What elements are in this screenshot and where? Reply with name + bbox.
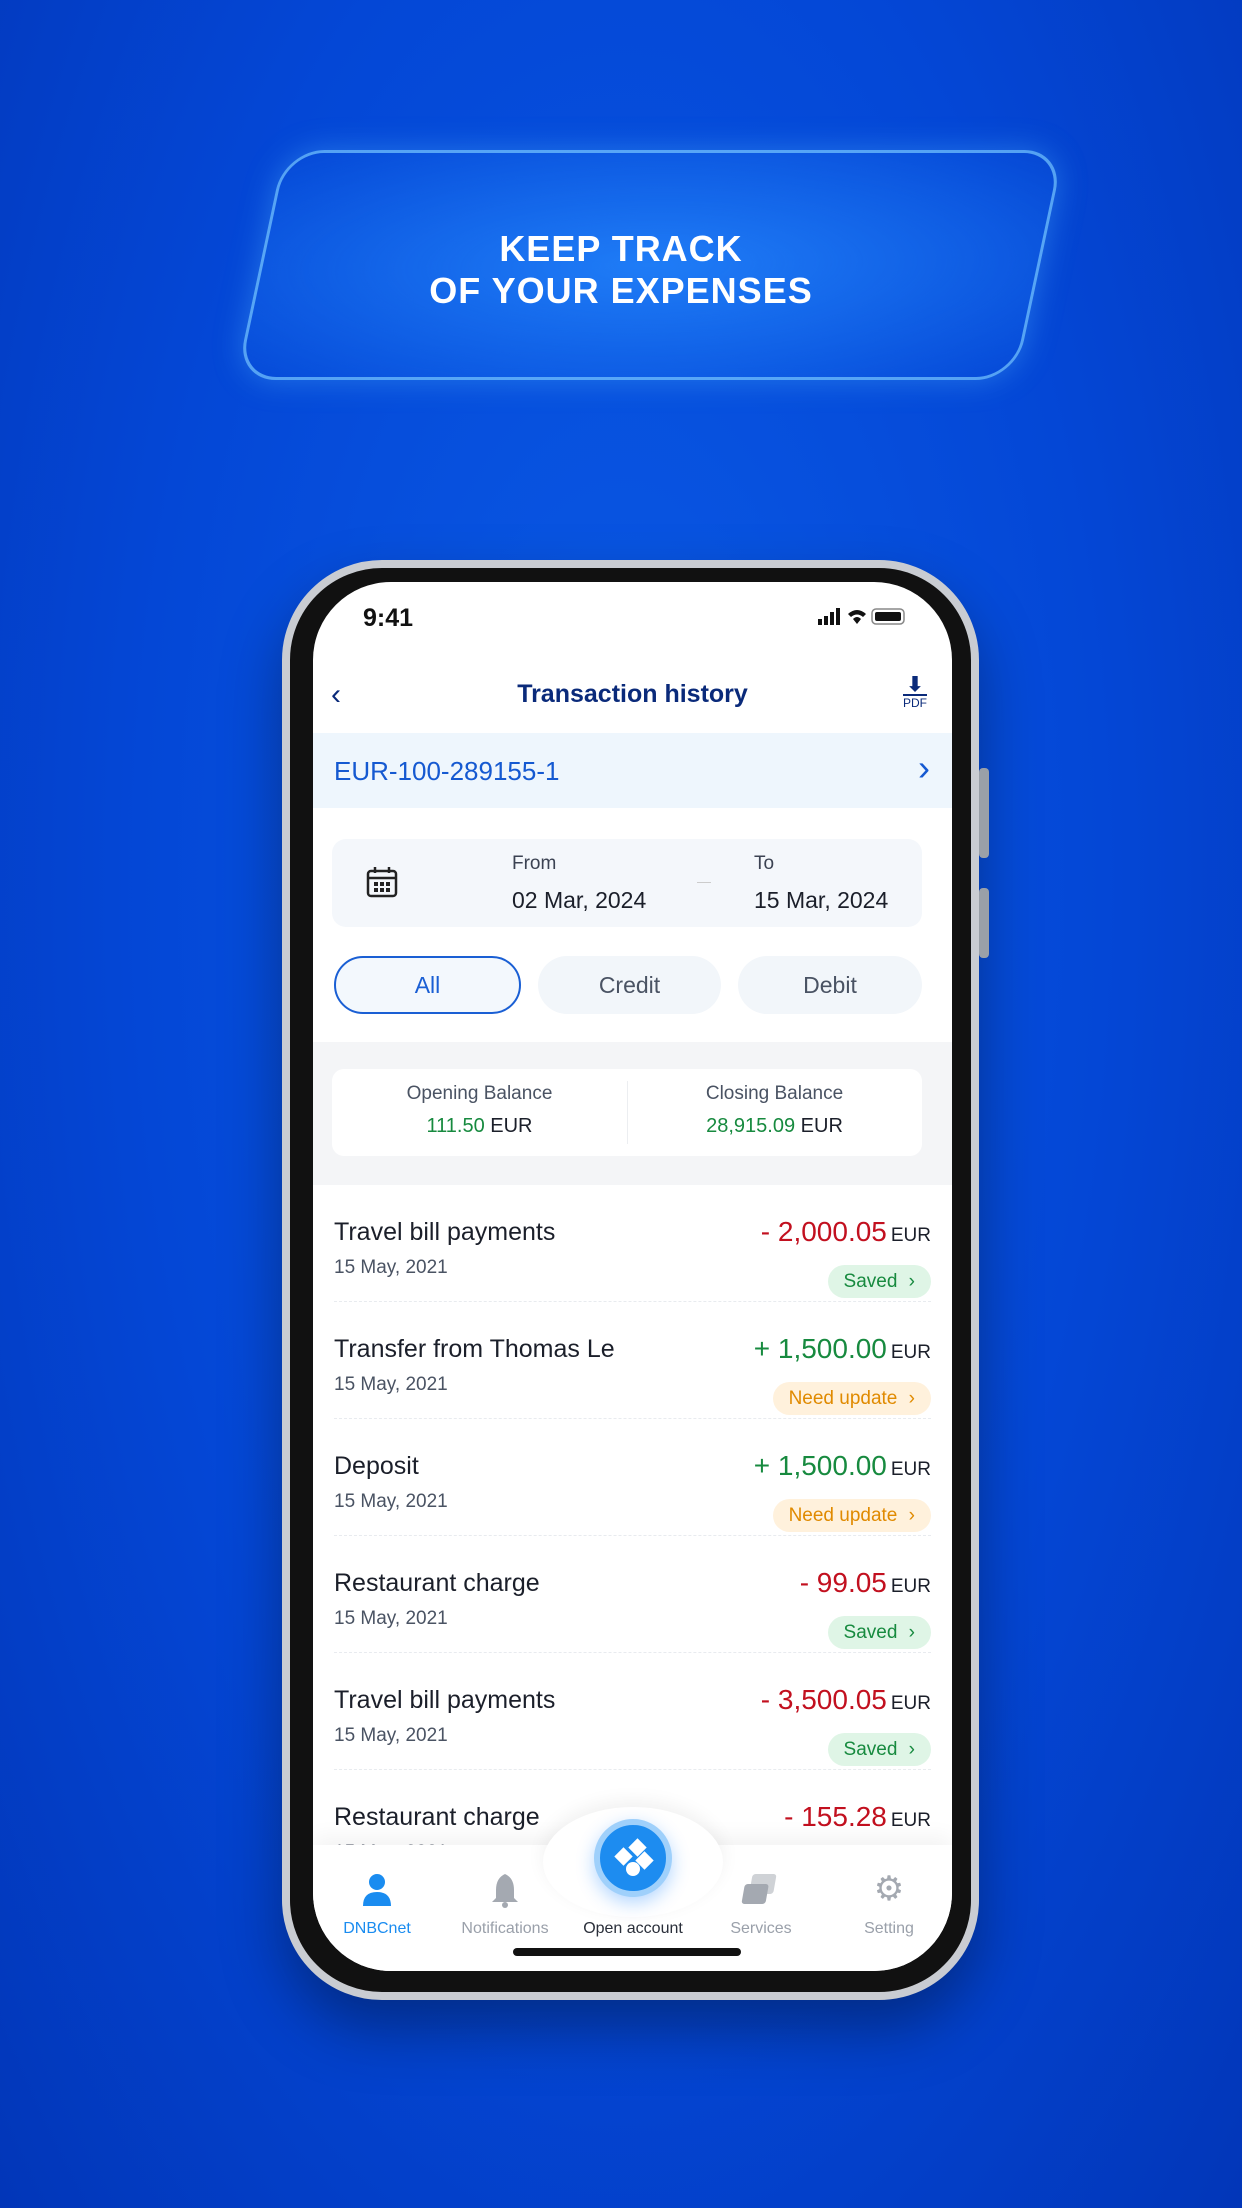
app-screen: 9:41 ‹ Transaction history ⬇ PDF EUR-100… [313,582,952,1971]
transaction-amount: - 99.05 EUR [800,1567,931,1599]
user-icon [313,1872,441,1913]
chevron-right-icon: › [908,1622,915,1643]
bell-icon [441,1872,569,1913]
amount-currency: EUR [890,1576,931,1597]
to-label: To [754,853,775,874]
status-badge[interactable]: Saved › [827,1265,931,1298]
download-pdf-button[interactable]: ⬇ PDF [903,674,927,710]
transaction-date: 15 May, 2021 [334,1491,448,1512]
nav-open-account[interactable]: Open account [569,1920,697,1938]
transaction-title: Travel bill payments [334,1686,556,1714]
date-range-picker[interactable]: From 02 Mar, 2024 To 15 Mar, 2024 [332,839,922,927]
nav-services[interactable]: Services [697,1920,825,1938]
status-label: Saved [843,1622,898,1643]
pdf-label: PDF [903,694,927,710]
home-indicator [513,1948,741,1956]
transaction-title: Restaurant charge [334,1803,540,1831]
balance-card: Opening Balance 111.50 EUR Closing Balan… [332,1069,922,1156]
amount-currency: EUR [890,1342,931,1363]
closing-balance-value: 28,915.09 [706,1115,796,1137]
currency: EUR [490,1115,533,1137]
status-badge[interactable]: Need update › [772,1499,931,1532]
nav-setting[interactable]: Setting [825,1920,952,1938]
range-separator [697,882,711,883]
promo-line-1: KEEP TRACK [499,228,743,269]
status-time: 9:41 [363,604,414,632]
promo-line-2: OF YOUR EXPENSES [429,270,813,311]
gear-icon: ⚙ [873,1870,905,1908]
transaction-title: Restaurant charge [334,1569,540,1597]
to-date[interactable]: 15 Mar, 2024 [754,887,888,914]
open-account-fab[interactable] [594,1819,672,1897]
closing-balance: Closing Balance 28,915.09 EUR [627,1083,922,1138]
filter-all[interactable]: All [334,956,521,1014]
transaction-row[interactable]: Restaurant charge 15 May, 2021 - 99.05 EU… [334,1536,931,1653]
services-icon [697,1872,825,1913]
filter-debit[interactable]: Debit [738,956,922,1014]
transaction-row[interactable]: Travel bill payments 15 May, 2021 - 3,50… [334,1653,931,1770]
status-icons [818,606,908,633]
transaction-amount: + 1,500.00 EUR [754,1450,931,1482]
transaction-amount: - 155.28 EUR [784,1801,931,1833]
chevron-right-icon: › [918,747,930,788]
nav-notifications[interactable]: Notifications [441,1920,569,1938]
closing-balance-label: Closing Balance [705,1083,844,1104]
transaction-date: 15 May, 2021 [334,1374,448,1395]
side-button [979,768,989,858]
opening-balance-value: 111.50 [426,1115,485,1137]
transaction-row[interactable]: Deposit 15 May, 2021 + 1,500.00 EUR Need u… [334,1419,931,1536]
chevron-right-icon: › [908,1388,915,1409]
chevron-right-icon: › [908,1739,915,1760]
status-label: Need update [788,1388,898,1409]
side-button [979,888,989,958]
account-selector[interactable]: EUR-100-289155-1 › [313,733,952,808]
chevron-right-icon: › [908,1271,915,1292]
transaction-amount: - 3,500.05 EUR [761,1684,931,1716]
amount-currency: EUR [890,1225,931,1246]
from-label: From [512,853,557,874]
download-icon: ⬇ [906,674,924,696]
account-number: EUR-100-289155-1 [334,756,560,786]
amount-value: + 1,500.00 [753,1333,887,1364]
calendar-icon [366,867,398,898]
status-label: Saved [843,1739,898,1760]
status-badge[interactable]: Saved › [827,1616,931,1649]
page-title: Transaction history [517,680,748,708]
from-date[interactable]: 02 Mar, 2024 [512,887,646,914]
transaction-title: Deposit [334,1452,419,1480]
filter-credit[interactable]: Credit [538,956,721,1014]
amount-value: - 99.05 [799,1567,887,1598]
open-account-icon [614,1838,654,1876]
amount-value: - 155.28 [784,1801,887,1832]
status-badge[interactable]: Need update › [772,1382,931,1415]
transaction-date: 15 May, 2021 [334,1725,448,1746]
nav-dnbcnet[interactable]: DNBCnet [313,1920,441,1938]
transaction-title: Travel bill payments [334,1218,556,1246]
transaction-amount: - 2,000.05 EUR [761,1216,931,1248]
currency: EUR [800,1115,843,1137]
status-label: Saved [843,1271,898,1292]
amount-value: - 3,500.05 [760,1684,887,1715]
transaction-title: Transfer from Thomas Le [334,1335,615,1363]
signal-wifi-battery-icon [818,608,905,625]
amount-currency: EUR [890,1459,931,1480]
transaction-row[interactable]: Travel bill payments 15 May, 2021 - 2,00… [334,1185,931,1302]
transaction-row[interactable]: Transfer from Thomas Le 15 May, 2021 + 1… [334,1302,931,1419]
opening-balance-label: Opening Balance [406,1083,553,1104]
amount-value: + 1,500.00 [753,1450,887,1481]
status-label: Need update [788,1505,898,1526]
amount-currency: EUR [890,1693,931,1714]
status-badge[interactable]: Saved › [827,1733,931,1766]
amount-currency: EUR [890,1810,931,1831]
transaction-date: 15 May, 2021 [334,1608,448,1629]
promo-banner-text: KEEP TRACK OF YOUR EXPENSES [0,228,1242,312]
transaction-date: 15 May, 2021 [334,1257,448,1278]
transaction-amount: + 1,500.00 EUR [754,1333,931,1365]
opening-balance: Opening Balance 111.50 EUR [332,1083,627,1138]
chevron-right-icon: › [908,1505,915,1526]
amount-value: - 2,000.05 [760,1216,887,1247]
